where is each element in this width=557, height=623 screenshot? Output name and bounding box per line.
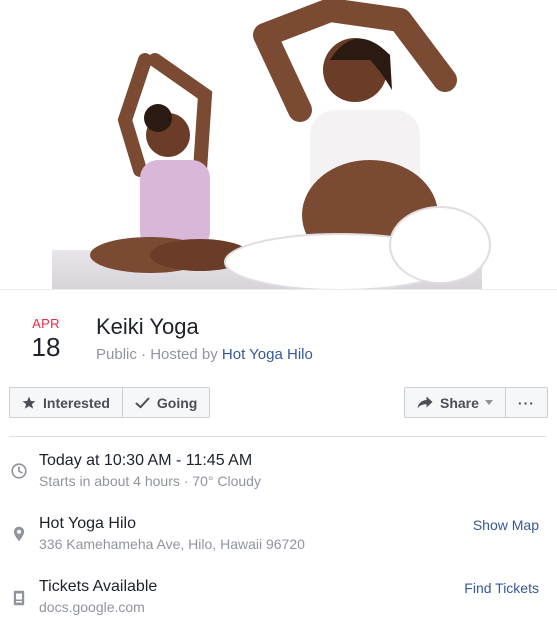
location-pin-icon [10,525,28,543]
event-subtitle: Public · Hosted by Hot Yoga Hilo [96,346,313,363]
rsvp-button-group: Interested Going [9,387,211,418]
chevron-down-icon [484,400,493,405]
ticket-icon [10,589,28,607]
location-name[interactable]: Hot Yoga Hilo [39,515,136,533]
cover-illustration [0,0,557,290]
event-time: Today at 10:30 AM - 11:45 AM [39,452,253,469]
going-button[interactable]: Going [121,388,209,417]
tickets-title: Tickets Available [39,578,158,595]
more-options-button[interactable]: ··· [504,388,547,417]
host-link[interactable]: Hot Yoga Hilo [222,346,313,363]
share-label: Share [440,394,479,411]
tickets-source[interactable]: docs.google.com [39,599,145,615]
subtitle-separator: · [141,346,151,363]
event-title: Keiki Yoga [96,314,199,339]
star-icon [22,396,36,410]
event-day: 18 [31,332,61,362]
event-visibility: Public [96,346,137,363]
show-map-link[interactable]: Show Map [473,517,539,533]
event-month: APR [32,316,60,331]
find-tickets-link[interactable]: Find Tickets [464,580,539,596]
clock-icon [10,462,28,480]
share-arrow-icon [417,396,433,409]
interested-button[interactable]: Interested [10,388,122,417]
hosted-by-label: Hosted by [150,346,218,363]
checkmark-icon [135,397,150,409]
interested-label: Interested [43,394,110,411]
section-divider [9,436,546,437]
share-button-group: Share ··· [404,387,548,418]
going-label: Going [156,394,198,411]
event-cover-photo[interactable] [0,0,557,290]
location-address: 336 Kamehameha Ave, Hilo, Hawaii 96720 [39,536,305,552]
event-date-badge: APR 18 [22,316,70,363]
cover-divider [0,289,557,290]
share-button[interactable]: Share [405,388,505,417]
event-time-detail: Starts in about 4 hours · 70° Cloudy [39,473,261,489]
